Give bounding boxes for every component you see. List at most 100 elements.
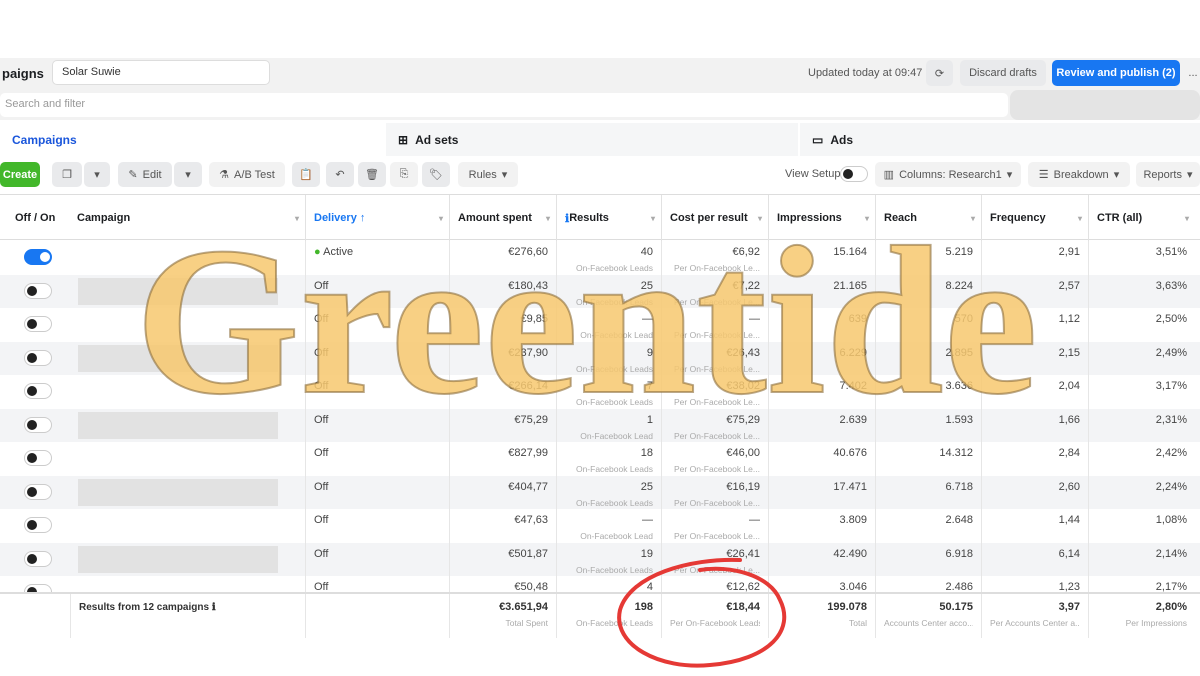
column-header[interactable]: Delivery ↑ ▾ <box>305 195 449 241</box>
ctr-cell: 2,49% <box>1088 341 1195 375</box>
campaign-name-redacted[interactable] <box>78 344 278 372</box>
spent-value: €827,99 <box>508 447 548 459</box>
campaign-toggle[interactable] <box>24 349 52 366</box>
campaign-name-input[interactable]: Solar Suwie <box>52 60 270 85</box>
ctr-value: 2,50% <box>1155 313 1187 325</box>
column-header[interactable]: Cost per result ▾ <box>661 195 768 241</box>
freq-cell: 1,44 <box>981 509 1088 543</box>
reports-button[interactable]: Reports ▾ <box>1136 162 1200 187</box>
grid-icon: ⊞ <box>398 132 409 147</box>
delivery-status: Active <box>323 246 354 258</box>
trash-icon[interactable]: 🗑 <box>358 162 386 187</box>
campaign-name-redacted[interactable] <box>78 411 278 439</box>
delivery-cell: Off <box>305 341 449 375</box>
campaign-toggle[interactable] <box>24 316 52 332</box>
table-row[interactable]: Off €47,63 — On-Facebook Lead — Per On-Facebo… <box>0 509 1200 543</box>
reach-cell: 6.918 <box>875 542 981 576</box>
sort-caret-icon[interactable]: ▾ <box>865 214 869 223</box>
impr-total-value: 199.078 <box>827 601 867 613</box>
column-header[interactable]: Frequency ▾ <box>981 195 1088 241</box>
column-header[interactable]: Reach ▾ <box>875 195 981 241</box>
ctr-cell: 3,63% <box>1088 274 1195 308</box>
sort-caret-icon[interactable]: ▾ <box>546 214 550 223</box>
sort-caret-icon[interactable]: ▾ <box>439 214 443 223</box>
view-setup-toggle[interactable] <box>840 166 868 182</box>
campaign-toggle[interactable] <box>24 249 52 265</box>
campaign-toggle[interactable] <box>24 550 52 567</box>
column-header[interactable]: Off / On <box>0 195 70 241</box>
reach-value: 1.593 <box>945 413 973 426</box>
table-row[interactable]: Off €501,87 19 On-Facebook Leads €26,41 Per O… <box>0 542 1200 576</box>
tag-icon[interactable]: 🏷 <box>422 162 450 187</box>
campaign-toggle[interactable] <box>24 450 52 466</box>
spent-cell: €47,63 <box>449 509 556 543</box>
rules-button[interactable]: Rules ▾ <box>458 162 518 187</box>
campaign-name-redacted[interactable] <box>78 277 278 305</box>
date-range-picker[interactable] <box>1010 90 1200 120</box>
results-subtext: On-Facebook Leads <box>575 564 653 575</box>
sort-caret-icon[interactable]: ▾ <box>1078 214 1082 223</box>
sort-caret-icon[interactable]: ▾ <box>295 214 299 223</box>
columns-button[interactable]: ▥ Columns: Research1 ▾ <box>875 162 1021 187</box>
column-header[interactable]: Campaign ▾ <box>70 195 305 241</box>
preview-icon[interactable]: ⎘ <box>390 162 418 187</box>
table-row[interactable]: Off €404,77 25 On-Facebook Leads €16,19 Per O… <box>0 475 1200 509</box>
column-header[interactable]: CTR (all) ▾ <box>1088 195 1195 241</box>
edit-button[interactable]: ✎ Edit <box>118 162 172 187</box>
impr-total: 199.078 Total <box>768 594 875 638</box>
tab-campaigns[interactable]: Campaigns <box>0 123 384 156</box>
table-row[interactable]: Off €75,29 1 On-Facebook Lead €75,29 Per On-F… <box>0 408 1200 442</box>
results-cell: 19 On-Facebook Leads <box>556 542 661 576</box>
discard-drafts-button[interactable]: Discard drafts <box>960 60 1046 86</box>
create-button[interactable]: Create <box>0 162 40 187</box>
table-row[interactable]: Off €237,90 9 On-Facebook Leads €26,43 Per On… <box>0 341 1200 375</box>
table-header: Off / On Campaign ▾ Delivery ↑ ▾ Amount spent… <box>0 194 1200 241</box>
sort-caret-icon[interactable]: ▾ <box>971 214 975 223</box>
cpr-value: €26,41 <box>726 547 760 560</box>
refresh-icon[interactable]: ⟳ <box>926 60 953 86</box>
table-row[interactable]: Off €266,14 7 On-Facebook Leads €38,02 Per On… <box>0 375 1200 409</box>
ctr-cell: 2,31% <box>1088 408 1195 442</box>
cpr-cell: €16,19 Per On-Facebook Le... <box>661 475 768 509</box>
table-row[interactable]: Off €827,99 18 On-Facebook Leads €46,00 Per O… <box>0 442 1200 476</box>
undo-icon[interactable]: ↶ <box>326 162 354 187</box>
search-input[interactable]: Search and filter <box>0 93 1008 117</box>
reach-value: 2.648 <box>945 514 973 526</box>
results-value: — <box>642 514 653 526</box>
column-header[interactable]: ℹ Results ▾ <box>556 195 661 241</box>
campaign-toggle[interactable] <box>24 416 52 433</box>
results-value: 7 <box>646 380 653 392</box>
results-subtext: On-Facebook Leads <box>575 464 653 474</box>
table-row[interactable]: Off €9,85 — On-Facebook Lead — Per On-Faceboo… <box>0 308 1200 342</box>
review-publish-button[interactable]: Review and publish (2) <box>1052 60 1180 86</box>
column-label: Amount spent <box>458 212 532 224</box>
delivery-status: Off <box>314 346 329 359</box>
reach-total-subtext: Accounts Center acco... <box>884 618 973 628</box>
sort-caret-icon[interactable]: ▾ <box>651 214 655 223</box>
campaign-toggle[interactable] <box>24 383 52 399</box>
duplicate-icon[interactable]: ❐ <box>52 162 82 187</box>
breakdown-button[interactable]: ☰ Breakdown ▾ <box>1028 162 1130 187</box>
cpr-subtext: Per On-Facebook Le... <box>674 363 760 374</box>
column-header[interactable]: Amount spent ▾ <box>449 195 556 241</box>
results-cell: 9 On-Facebook Leads <box>556 341 661 375</box>
tab-ad-sets[interactable]: ⊞ Ad sets <box>386 123 798 156</box>
campaign-name-redacted[interactable] <box>78 545 278 573</box>
campaign-toggle[interactable] <box>24 517 52 533</box>
campaign-toggle[interactable] <box>24 483 52 500</box>
campaign-toggle[interactable] <box>24 282 52 299</box>
campaign-name-redacted[interactable] <box>78 478 278 506</box>
table-row[interactable]: Off €180,43 25 On-Facebook Leads €7,22 Per On… <box>0 274 1200 308</box>
sort-caret-icon[interactable]: ▾ <box>758 214 762 223</box>
clipboard-icon[interactable]: 📋 <box>292 162 320 187</box>
chevron-down-icon[interactable]: ▾ <box>84 162 110 187</box>
chevron-down-icon[interactable]: ▾ <box>174 162 202 187</box>
table-row[interactable]: ● Active €276,60 40 On-Facebook Leads €6,92 P… <box>0 241 1200 275</box>
sort-caret-icon[interactable]: ▾ <box>1185 214 1189 223</box>
more-button[interactable]: ... <box>1186 60 1200 86</box>
ab-test-button[interactable]: ⚗ A/B Test <box>209 162 285 187</box>
column-header[interactable]: Impressions ▾ <box>768 195 875 241</box>
tab-ads[interactable]: ▭ Ads <box>800 123 1200 156</box>
spent-value: €75,29 <box>514 413 548 426</box>
reports-label: Reports <box>1143 168 1182 181</box>
